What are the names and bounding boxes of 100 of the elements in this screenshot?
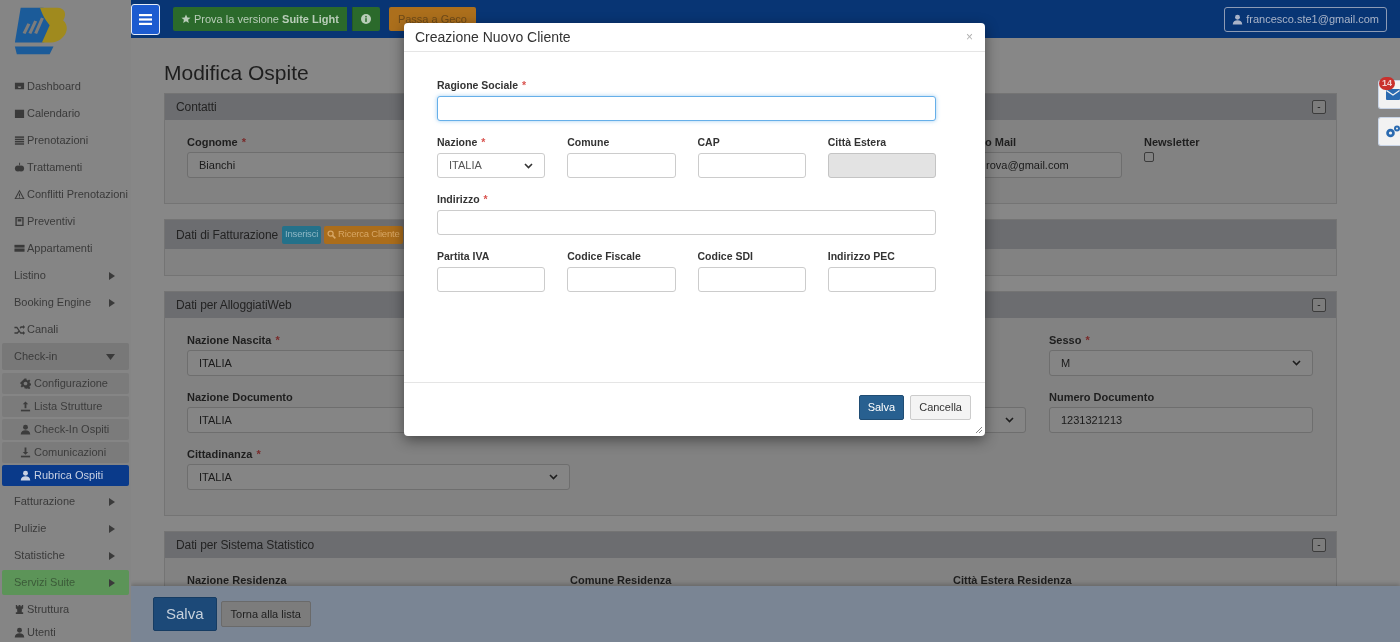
sidebar-subitem[interactable]: Comunicazioni — [2, 442, 129, 463]
rook-icon — [14, 604, 25, 615]
field-label: Nazione Documento — [187, 390, 294, 403]
user-icon — [14, 627, 25, 638]
caret-icon — [109, 298, 115, 307]
input-field[interactable] — [567, 267, 676, 292]
sidebar-item[interactable]: Utenti — [2, 623, 129, 642]
select-field[interactable]: ITALIA — [187, 464, 570, 490]
field-label: Comune Residenza — [570, 573, 673, 586]
gears-icon — [1385, 124, 1400, 139]
panel-title: Contatti — [176, 99, 217, 116]
sidebar-item[interactable]: Pulizie — [2, 515, 129, 542]
menu-icon — [139, 13, 152, 25]
required-mark: * — [256, 448, 261, 460]
sidebar-item[interactable]: Struttura — [2, 596, 129, 623]
inbox-icon — [14, 81, 25, 92]
sidebar-item[interactable]: Calendario — [2, 100, 129, 127]
input-field[interactable] — [827, 267, 936, 292]
back-button[interactable]: Torna alla lista — [220, 601, 311, 627]
download-icon — [20, 447, 31, 458]
mail-icon — [1386, 89, 1400, 100]
field-label: Indirizzo * — [437, 192, 489, 205]
collapse-button[interactable]: - — [1312, 538, 1326, 552]
required-mark: * — [275, 334, 280, 346]
field-label: Nazione * — [437, 135, 487, 148]
caret-icon — [109, 497, 115, 506]
field-label: Nazione Residenza — [187, 573, 288, 586]
save-button[interactable]: Salva — [858, 395, 905, 420]
field-label: Codice SDI — [697, 249, 754, 262]
resize-grip-icon[interactable] — [976, 427, 982, 433]
input-field[interactable] — [437, 210, 936, 235]
field-label: Cittadinanza * — [187, 447, 262, 460]
sidebar-item[interactable]: Preventivi — [2, 208, 129, 235]
warning-icon — [14, 189, 25, 200]
chevron-icon — [549, 474, 558, 480]
sidebar-item[interactable]: Booking Engine — [2, 289, 129, 316]
save-button[interactable]: Salva — [153, 597, 217, 631]
sidebar-item[interactable]: Fatturazione — [2, 488, 129, 515]
document-icon — [14, 216, 25, 227]
user-icon — [20, 470, 31, 481]
sidebar-item[interactable]: Dashboard — [2, 73, 129, 100]
shuffle-icon — [14, 324, 25, 335]
panel-title: Dati per Sistema Statistico — [176, 537, 315, 554]
required-mark: * — [481, 136, 486, 148]
search-button[interactable]: Ricerca Cliente — [324, 225, 403, 244]
input-field[interactable]: 1231321213 — [1049, 407, 1313, 433]
input-field[interactable] — [567, 153, 676, 178]
sidebar-subitem[interactable]: Lista Strutture — [2, 396, 129, 417]
field-label: CAP — [697, 135, 721, 148]
close-button[interactable]: × — [966, 31, 973, 43]
sidebar-item[interactable]: Servizi Suite — [2, 570, 129, 595]
sidebar-subitem[interactable]: Configurazione — [2, 373, 129, 394]
newsletter-checkbox[interactable] — [1144, 152, 1154, 162]
sidebar-subitem[interactable]: Check-In Ospiti — [2, 419, 129, 440]
field-label: Città Estera Residenza — [953, 573, 1073, 586]
select-field[interactable]: M — [1049, 350, 1313, 376]
caret-icon — [106, 353, 115, 360]
required-mark: * — [241, 136, 246, 148]
menu-button[interactable] — [131, 3, 160, 35]
sidebar-item[interactable]: Trattamenti — [2, 154, 129, 181]
panel-title: Dati per AlloggiatiWeb — [176, 297, 292, 314]
collapse-button[interactable]: - — [1312, 100, 1326, 114]
caret-icon — [109, 524, 115, 533]
sidebar-item[interactable]: Statistiche — [2, 542, 129, 569]
user-icon — [1232, 13, 1244, 25]
chevron-icon — [1292, 360, 1301, 366]
bed-icon — [14, 243, 25, 254]
suite-button[interactable]: Prova la versione Suite Light — [173, 7, 347, 31]
input-field[interactable] — [697, 153, 806, 178]
sidebar-item[interactable]: Conflitti Prenotazioni — [2, 181, 129, 208]
user-button[interactable]: francesco.ste1@gmail.com — [1224, 6, 1387, 32]
sidebar-item[interactable]: Check-in — [2, 343, 129, 370]
sidebar-item[interactable]: Prenotazioni — [2, 127, 129, 154]
caret-icon — [109, 551, 115, 560]
sidebar-item[interactable]: Canali — [2, 316, 129, 343]
chevron-icon — [524, 162, 534, 169]
field-label: Ragione Sociale * — [437, 78, 528, 91]
sidebar-subitem[interactable]: Rubrica Ospiti — [2, 465, 129, 486]
field-label: Newsletter — [1144, 135, 1201, 148]
input-field[interactable] — [697, 267, 806, 292]
calendar-icon — [14, 108, 25, 119]
chevron-icon — [1005, 417, 1014, 423]
input-field[interactable] — [437, 267, 546, 292]
info-button[interactable] — [351, 7, 380, 31]
select-field[interactable]: ITALIA — [437, 153, 546, 178]
settings-button[interactable] — [1378, 117, 1400, 146]
star-icon — [181, 14, 191, 24]
cancel-button[interactable]: Cancella — [910, 395, 971, 420]
sidebar-item[interactable]: Listino — [2, 262, 129, 289]
collapse-button[interactable]: - — [1312, 298, 1326, 312]
gear-icon — [20, 378, 31, 389]
info-icon — [361, 14, 372, 24]
page-title: Modifica Ospite — [164, 60, 309, 86]
sidebar-item[interactable]: Appartamenti — [2, 235, 129, 262]
field-label: Codice Fiscale — [567, 249, 642, 262]
required-mark: * — [483, 193, 488, 205]
insert-button[interactable]: Inserisci — [282, 225, 322, 244]
upload-icon — [20, 401, 31, 412]
user-icon — [20, 424, 31, 435]
input-field[interactable] — [437, 96, 936, 121]
